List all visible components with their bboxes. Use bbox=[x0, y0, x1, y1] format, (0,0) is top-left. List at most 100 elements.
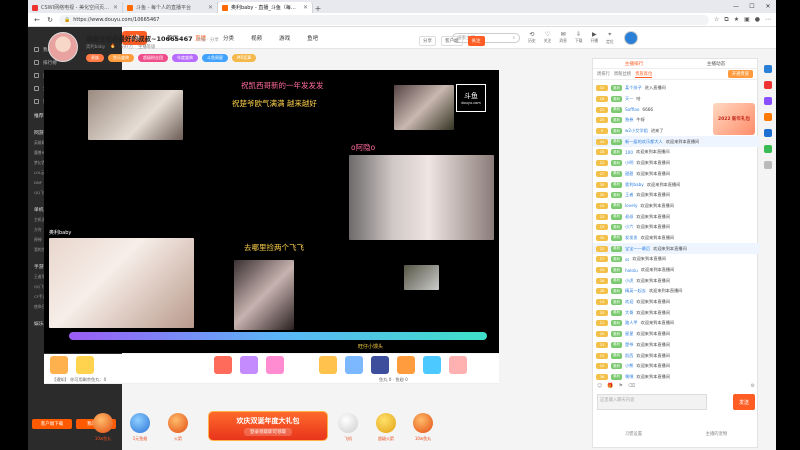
nav-icon-button[interactable]: ⟲ 历史 bbox=[528, 31, 536, 45]
nav-icon-button[interactable]: ⌖ 定位 bbox=[606, 31, 614, 45]
chat-username[interactable]: 宝宝一一最后 bbox=[625, 246, 650, 252]
chat-message[interactable]: 27 奥利 甜甜 欢迎来到本直播间 bbox=[593, 169, 759, 180]
chat-username[interactable]: 小六 bbox=[625, 224, 633, 230]
chat-username[interactable]: 小明 bbox=[625, 160, 633, 166]
room-badge[interactable]: 鱼乐盛典 bbox=[108, 54, 134, 62]
gift-item[interactable] bbox=[371, 356, 389, 374]
browser-tab-3[interactable]: 奥利baby - 直播_斗鱼（每个人 ✕ bbox=[218, 2, 313, 13]
split-icon[interactable]: ⧉ bbox=[724, 16, 728, 24]
chat-message[interactable]: 19 奥利 小六 欢迎来到本直播间 bbox=[593, 222, 759, 233]
chat-username[interactable]: 甜甜 bbox=[625, 171, 633, 177]
nav-icon-button[interactable]: ✉ 消息 bbox=[559, 31, 567, 45]
chat-username[interactable]: 奥利baby bbox=[625, 182, 644, 188]
chat-username[interactable]: 某个孩子 bbox=[625, 85, 642, 91]
tab-noble[interactable]: 贵族席位 bbox=[635, 71, 653, 78]
share-button[interactable]: 分享 bbox=[419, 36, 436, 46]
chat-message[interactable]: 35 奥利 奥利baby 欢迎来到本直播间 bbox=[593, 179, 759, 190]
chat-message[interactable]: 29 奥利 星星 欢迎来到本直播间 bbox=[593, 329, 759, 340]
gift-item[interactable] bbox=[345, 356, 363, 374]
chat-username[interactable]: 叔叔 bbox=[625, 214, 633, 220]
flag-icon[interactable]: ⚑ bbox=[618, 383, 622, 389]
close-icon[interactable]: ✕ bbox=[303, 4, 308, 11]
favorites-icon[interactable]: ★ bbox=[734, 16, 739, 24]
games-icon[interactable] bbox=[764, 145, 772, 153]
close-icon[interactable]: ✕ bbox=[208, 4, 213, 11]
chat-message[interactable]: 32 奥利 某个孩子 进入直播间 bbox=[593, 83, 759, 94]
back-icon[interactable]: ← bbox=[33, 16, 41, 24]
office-icon[interactable] bbox=[764, 113, 772, 121]
tools-icon[interactable] bbox=[764, 97, 772, 105]
chat-message[interactable]: 15 奥利 lovely 欢迎来到本直播间 bbox=[593, 201, 759, 212]
tab-fan-rank[interactable]: 周粉丝榜 bbox=[614, 71, 631, 77]
chat-message[interactable]: 24 奥利 hololu 欢迎来到本直播间 bbox=[593, 265, 759, 276]
chat-message[interactable]: 10 奥利 小熊 欢迎来到本直播间 bbox=[593, 361, 759, 372]
chat-input[interactable]: 这里输入聊天内容 bbox=[597, 394, 707, 410]
gift-item[interactable] bbox=[449, 356, 467, 374]
chat-message[interactable]: 28 奥利 精英一起去 欢迎来到本直播间 bbox=[593, 286, 759, 297]
chat-username[interactable]: 天一 bbox=[625, 96, 633, 102]
chat-username[interactable]: 小虎 bbox=[625, 278, 633, 284]
chat-username[interactable]: 星星 bbox=[625, 331, 633, 337]
new-tab-button[interactable]: + bbox=[313, 4, 323, 13]
gift-icon[interactable]: 🎁 bbox=[607, 383, 613, 389]
settings-icon[interactable]: ⚙ bbox=[751, 383, 755, 389]
chat-username[interactable]: w2小艾学姐 bbox=[625, 128, 648, 134]
collections-icon[interactable]: ▣ bbox=[744, 16, 750, 24]
chat-username[interactable]: 凯西 bbox=[625, 353, 633, 359]
gift-item[interactable] bbox=[214, 356, 232, 374]
room-badge[interactable]: 年度盛典 bbox=[172, 54, 198, 62]
tab-anchor-news[interactable]: 主播动态 bbox=[675, 59, 757, 68]
streamer-avatar[interactable] bbox=[48, 32, 78, 62]
gift-item[interactable] bbox=[240, 356, 258, 374]
tab-anchor-rank[interactable]: 主播排行 bbox=[593, 59, 675, 68]
chat-username[interactable]: 大哥 bbox=[625, 310, 633, 316]
chat-message[interactable]: 23 奥利 叔叔 欢迎来到本直播间 bbox=[593, 211, 759, 222]
chat-username[interactable]: 路人甲 bbox=[625, 320, 638, 326]
minimize-button[interactable]: — bbox=[728, 0, 744, 13]
room-badge[interactable]: 超级粉丝团 bbox=[138, 54, 168, 62]
chat-message[interactable]: 11 奥利 路人甲 欢迎来到本直播间 bbox=[593, 318, 759, 329]
close-window-button[interactable]: ✕ bbox=[760, 0, 776, 13]
gift-item[interactable] bbox=[76, 356, 94, 374]
chat-username[interactable]: 王者 bbox=[625, 192, 633, 198]
profile-icon[interactable]: ● bbox=[755, 16, 760, 24]
chat-message[interactable]: 22 奥利 宝宝一一最后 欢迎来到本直播间 bbox=[593, 243, 759, 254]
chat-username[interactable]: 楚爷 bbox=[625, 342, 633, 348]
video-player[interactable]: 祝凯西哥新的一年发发发 祝楚爷欧气满满 越来越好 去哪里捡两个飞飞 o阿隐o 斗… bbox=[44, 70, 499, 353]
download-client-button[interactable]: 客户端下载 bbox=[32, 419, 72, 429]
chat-username[interactable]: 发发发 bbox=[625, 235, 638, 241]
url-field[interactable]: 🔒 https://www.douyu.com/10665467 bbox=[59, 14, 709, 25]
maximize-button[interactable]: ☐ bbox=[744, 0, 760, 13]
chat-username[interactable]: ss bbox=[625, 257, 629, 262]
chat-username[interactable]: 独卷 bbox=[625, 117, 633, 123]
follow-button[interactable]: 关注 bbox=[467, 36, 485, 46]
gift-item[interactable] bbox=[50, 356, 68, 374]
browser-tab-2[interactable]: 斗鱼 - 每个人的直播平台 ✕ bbox=[123, 2, 218, 13]
chat-message[interactable]: 17 奥利 ss 欢迎来到本直播间 bbox=[593, 254, 759, 265]
shopping-icon[interactable] bbox=[764, 81, 772, 89]
chat-message[interactable]: 20 奥利 王者 欢迎来到本直播间 bbox=[593, 190, 759, 201]
nav-icon-button[interactable]: ♡ 关注 bbox=[544, 31, 552, 45]
chat-message[interactable]: 44 奥利 新一届的欢乐都大人 欢迎来到本直播间 bbox=[593, 136, 759, 148]
chat-username[interactable]: Soffiao bbox=[625, 107, 639, 112]
room-badge[interactable]: 斗鱼周星 bbox=[202, 54, 228, 62]
promo-banner[interactable]: 10w鱼丸 1元鱼翅 火箭 欢庆双诞年度大礼包 登录领取即可领取 飞机 超级火箭… bbox=[88, 403, 438, 450]
nav-icon-button[interactable]: ▶ 开播 bbox=[590, 31, 598, 45]
chat-message[interactable]: 31 奥利 楚爷 欢迎来到本直播间 bbox=[593, 340, 759, 351]
tab-week-rank[interactable]: 周排行 bbox=[597, 71, 610, 77]
room-badge[interactable]: 贵族 bbox=[86, 54, 104, 62]
star-icon[interactable]: ☆ bbox=[714, 16, 719, 24]
close-icon[interactable]: ✕ bbox=[113, 4, 118, 11]
room-badge[interactable]: MR奖章 bbox=[232, 54, 257, 62]
chat-message[interactable]: 12 奥利 小明 欢迎来到本直播间 bbox=[593, 158, 759, 169]
outlook-icon[interactable] bbox=[764, 129, 772, 137]
chat-username[interactable]: 精英一起去 bbox=[625, 288, 646, 294]
video-progress-bar[interactable] bbox=[69, 332, 487, 340]
chat-username[interactable]: hololu bbox=[625, 268, 638, 273]
refresh-icon[interactable]: ↻ bbox=[46, 16, 54, 24]
open-noble-button[interactable]: 开通贵族 bbox=[727, 70, 753, 78]
gift-item[interactable] bbox=[319, 356, 337, 374]
emoji-icon[interactable]: ☺ bbox=[597, 383, 602, 389]
chat-message[interactable]: 18 奥利 100 欢迎来到本直播间 bbox=[593, 147, 759, 158]
chat-message[interactable]: 30 奥利 发发发 欢迎来到本直播间 bbox=[593, 233, 759, 244]
